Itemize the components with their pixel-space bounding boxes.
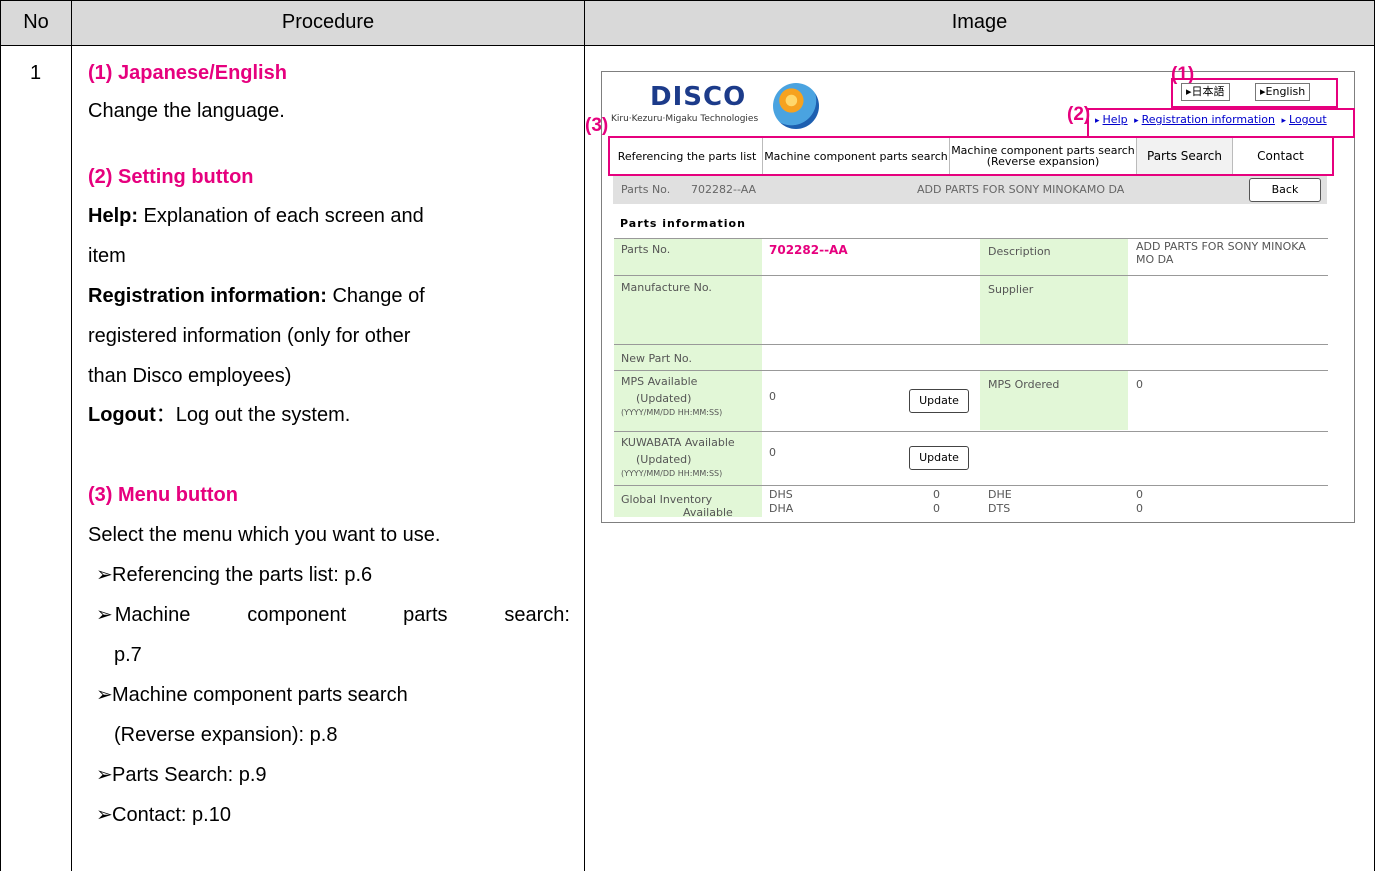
grid-line: [0, 0, 1375, 1]
menu-contact[interactable]: Contact: [1233, 138, 1328, 174]
bar-parts-label: Parts No.: [621, 183, 671, 196]
section-3-title: (3) Menu button: [88, 484, 238, 506]
section-3-text: Select the menu which you want to use.: [88, 524, 441, 546]
parts-information-title: Parts information: [620, 217, 746, 230]
logo-tagline: Kiru·Kezuru·Migaku Technologies: [611, 114, 759, 124]
dha-label: DHA: [769, 502, 794, 515]
back-button[interactable]: Back: [1249, 178, 1321, 202]
list-item: ➢Machine component parts search: [96, 678, 408, 713]
kuwabata-update-button[interactable]: Update: [909, 446, 969, 470]
dhe-label: DHE: [988, 488, 1012, 501]
menu-machine-component-search[interactable]: Machine component parts search: [763, 138, 950, 174]
header-procedure: Procedure: [281, 11, 375, 33]
settings-links: ▸ Help ▸ Registration information ▸ Logout: [1092, 113, 1327, 126]
menu-reverse-expansion[interactable]: Machine component parts search (Reverse …: [950, 138, 1137, 174]
new-part-label: New Part No.: [621, 352, 692, 365]
supplier-label: Supplier: [988, 283, 1034, 296]
table-rule: [614, 431, 1328, 432]
header-no: No: [23, 11, 49, 33]
parts-no-value: 702282--AA: [769, 243, 848, 257]
logout-link[interactable]: Logout: [1289, 113, 1327, 126]
table-rule: [614, 344, 1328, 345]
bar-parts-no: 702282--AA: [691, 183, 757, 196]
triangle-icon: ▸: [1281, 116, 1286, 126]
bar-description: ADD PARTS FOR SONY MINOKAMO DA: [917, 183, 1125, 196]
parts-no-label: Parts No.: [621, 243, 671, 256]
list-item-continued: (Reverse expansion): p.8: [114, 724, 338, 746]
english-button[interactable]: ▸English: [1255, 83, 1311, 101]
mps-ordered-value: 0: [1136, 378, 1143, 391]
disco-logo: DISCO: [650, 82, 747, 112]
description-value-2: MO DA: [1136, 253, 1174, 266]
dts-label: DTS: [988, 502, 1011, 515]
table-rule: [614, 370, 1328, 371]
menu-referencing-parts-list[interactable]: Referencing the parts list: [612, 138, 763, 174]
row-number: 1: [30, 62, 42, 84]
parts-bar: Parts No. 702282--AA ADD PARTS FOR SONY …: [613, 176, 1327, 204]
japanese-button[interactable]: ▸日本語: [1181, 83, 1230, 101]
mps-value: 0: [769, 390, 776, 403]
grid-line: [0, 45, 1375, 46]
help-text-2: item: [88, 245, 126, 267]
mps-ordered-label: MPS Ordered: [988, 378, 1060, 391]
dha-value: 0: [933, 502, 940, 515]
arrow-bullet-icon: ➢: [96, 764, 113, 786]
registration-line: Registration information: Change of: [88, 279, 425, 314]
section-1-title: (1) Japanese/English: [88, 62, 287, 84]
mps-label-2: (Updated): [636, 392, 692, 405]
list-item: ➢Contact: p.10: [96, 798, 231, 833]
registration-text-3: than Disco employees): [88, 365, 292, 387]
list-item: ➢Parts Search: p.9: [96, 758, 267, 793]
list-item: ➢ Machine component parts search:: [96, 598, 570, 633]
global-inventory-label-2: Available: [683, 506, 733, 519]
help-link[interactable]: Help: [1103, 113, 1128, 126]
grid-line: [71, 0, 72, 871]
dhs-label: DHS: [769, 488, 793, 501]
mps-label-3: (YYYY/MM/DD HH:MM:SS): [621, 408, 723, 417]
arrow-bullet-icon: ➢: [96, 804, 113, 826]
mps-label-1: MPS Available: [621, 375, 698, 388]
table-rule: [614, 238, 1328, 239]
triangle-icon: ▸: [1095, 116, 1100, 126]
description-value-1: ADD PARTS FOR SONY MINOKA: [1136, 240, 1306, 253]
help-text: Explanation of each screen and: [138, 205, 424, 227]
table-rule: [614, 275, 1328, 276]
dts-value: 0: [1136, 502, 1143, 515]
logout-label: Logout: [88, 404, 156, 426]
callout-3: (3): [585, 115, 609, 136]
kuwabata-label-1: KUWABATA Available: [621, 436, 735, 449]
arrow-bullet-icon: ➢: [96, 684, 113, 706]
table-rule: [614, 485, 1328, 486]
grid-line: [0, 0, 1, 871]
kuwabata-label-3: (YYYY/MM/DD HH:MM:SS): [621, 469, 723, 478]
triangle-icon: ▸: [1134, 116, 1139, 126]
logout-line: Logout：Log out the system.: [88, 398, 350, 433]
section-2-title: (2) Setting button: [88, 166, 254, 188]
help-line: Help: Explanation of each screen and: [88, 199, 424, 234]
dhe-value: 0: [1136, 488, 1143, 501]
global-inventory-label-1: Global Inventory: [621, 493, 713, 506]
list-item-continued: p.7: [114, 644, 142, 666]
registration-link[interactable]: Registration information: [1142, 113, 1275, 126]
description-label: Description: [988, 245, 1051, 258]
disco-ball-icon: [773, 83, 819, 129]
registration-label: Registration information:: [88, 285, 327, 307]
mps-update-button[interactable]: Update: [909, 389, 969, 413]
list-item: ➢Referencing the parts list: p.6: [96, 558, 372, 593]
registration-text-2: registered information (only for other: [88, 325, 411, 347]
kuwabata-value: 0: [769, 446, 776, 459]
section-1-text: Change the language.: [88, 100, 285, 122]
help-label: Help:: [88, 205, 138, 227]
arrow-bullet-icon: ➢: [96, 564, 113, 586]
header-image: Image: [951, 11, 1008, 33]
dhs-value: 0: [933, 488, 940, 501]
kuwabata-label-2: (Updated): [636, 453, 692, 466]
menu-parts-search[interactable]: Parts Search: [1137, 138, 1233, 174]
registration-text: Change of: [326, 285, 425, 307]
arrow-bullet-icon: ➢: [96, 604, 113, 626]
logout-text: ：Log out the system.: [155, 404, 351, 426]
manufacture-label: Manufacture No.: [621, 281, 712, 294]
